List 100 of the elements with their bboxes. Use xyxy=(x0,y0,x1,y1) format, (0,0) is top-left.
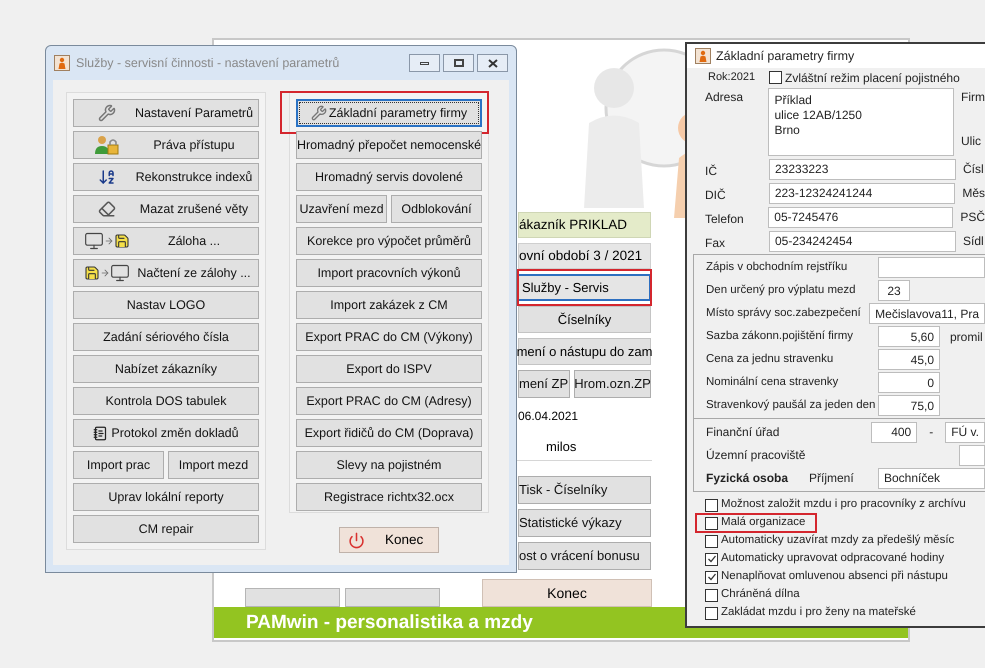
menu-button[interactable]: mení o nástupu do zam xyxy=(518,338,651,365)
checkbox[interactable] xyxy=(705,570,718,584)
maximize-button[interactable] xyxy=(443,54,474,72)
button[interactable]: Kontrola DOS tabulek xyxy=(73,387,259,415)
checkbox[interactable] xyxy=(769,71,782,84)
input-field[interactable]: 0 xyxy=(878,372,940,393)
input-field[interactable]: Mečislavova11, Pra xyxy=(869,303,985,324)
minimize-button[interactable] xyxy=(409,54,440,72)
button[interactable]: Korekce pro výpočet průměrů xyxy=(296,227,482,255)
field-label: Fyzická osoba xyxy=(706,470,790,487)
checkbox[interactable] xyxy=(705,534,718,548)
button[interactable]: Import prac xyxy=(73,451,164,479)
window-title: Služby - servisní činnosti - nastavení parametrů xyxy=(76,54,340,72)
button[interactable]: Import mezd xyxy=(168,451,259,479)
field-label: Cena za jednu stravenku xyxy=(706,352,834,367)
checkbox[interactable] xyxy=(705,588,718,602)
button[interactable]: Uzavření mezd xyxy=(296,195,387,223)
field-label: Územní pracoviště xyxy=(706,447,806,464)
checkbox[interactable] xyxy=(705,552,718,566)
button[interactable]: Nastav LOGO xyxy=(73,291,259,319)
checkbox[interactable] xyxy=(705,498,718,512)
field-label: IČ xyxy=(705,163,718,180)
notepad-icon xyxy=(93,426,108,440)
field-label: Místo správy soc.zabezpečení xyxy=(706,306,862,321)
eraser-icon xyxy=(98,200,116,218)
button[interactable]: Mazat zrušené věty xyxy=(73,195,259,223)
input-field[interactable]: 400 xyxy=(870,422,918,442)
button[interactable]: CM repair xyxy=(73,515,259,543)
field-label: Sídl xyxy=(962,233,984,250)
menu-button[interactable]: mení ZP xyxy=(518,370,570,398)
input-field[interactable]: 23233223 xyxy=(769,158,956,180)
address-line: ulice 12AB/1250 xyxy=(774,108,863,123)
menu-button[interactable]: Číselníky xyxy=(518,306,651,333)
menu-button[interactable]: Hrom.ozn.ZP xyxy=(574,370,651,398)
button[interactable]: Základní parametry firmy xyxy=(296,99,482,127)
restore-icon xyxy=(84,263,130,283)
address-line: Příklad xyxy=(774,93,813,108)
input-field[interactable]: 05-234242454 xyxy=(769,230,956,252)
user-name: milos xyxy=(546,440,576,454)
field-label: Adresa xyxy=(705,89,744,106)
checkbox[interactable] xyxy=(705,516,718,530)
input-field[interactable]: 05-7245476 xyxy=(768,206,954,228)
button[interactable]: Nastavení Parametrů xyxy=(73,99,259,127)
menu-button[interactable]: Služby - Servis xyxy=(518,274,651,301)
button[interactable]: Protokol změn dokladů xyxy=(73,419,259,447)
field-label: Stravenkový paušál za jeden den xyxy=(706,398,876,413)
input-field[interactable]: 23 xyxy=(878,280,910,301)
period-label: ovní období 3 / 2021 xyxy=(518,243,651,269)
menu-button[interactable]: Tisk - Číselníky xyxy=(518,476,651,504)
input-field[interactable] xyxy=(959,444,985,466)
button[interactable]: Načtení ze zálohy ... xyxy=(73,259,259,287)
input-field[interactable] xyxy=(878,257,985,278)
button[interactable]: Odblokování xyxy=(391,195,482,223)
checkbox-label: Zvláštní režim placení pojistného xyxy=(785,70,960,86)
field-label: Den určený pro výplatu mezd xyxy=(706,282,857,298)
exit-button[interactable]: Konec xyxy=(339,527,439,553)
address-line: Brno xyxy=(774,123,801,138)
button[interactable]: Zadání sériového čísla xyxy=(73,323,259,351)
button[interactable]: Import pracovních výkonů xyxy=(296,259,482,287)
field-label: PSČ xyxy=(959,209,985,226)
date-text: 06.04.2021 xyxy=(518,409,578,423)
button[interactable]: Rekonstrukce indexů xyxy=(73,163,259,191)
checkbox-label: Možnost založit mzdu i pro pracovníky z archívu xyxy=(721,497,966,512)
checkbox-label: Automaticky uzavírat mzdy za předešlý měsíc xyxy=(721,533,954,548)
button[interactable]: Export řidičů do CM (Doprava) xyxy=(296,419,482,447)
year-label: Rok:2021 xyxy=(708,70,756,86)
button[interactable]: Hromadný přepočet nemocenské xyxy=(296,131,482,159)
field-label: Příjmení xyxy=(809,470,855,487)
checkbox-label: Chráněná dílna xyxy=(721,587,800,602)
input-field[interactable]: 45,0 xyxy=(878,349,940,370)
input-field[interactable]: 5,60 xyxy=(878,326,940,347)
users-lock-icon xyxy=(94,135,120,155)
button[interactable]: Práva přístupu xyxy=(73,131,259,159)
button[interactable]: Slevy na pojistném xyxy=(296,451,482,479)
button[interactable]: Export PRAC do CM (Adresy) xyxy=(296,387,482,415)
field-label: DIČ xyxy=(705,187,727,204)
menu-button[interactable]: ost o vrácení bonusu xyxy=(518,542,651,570)
checkbox-label: Nenaplňovat omluvenou absenci při nástupu xyxy=(721,569,948,584)
field-label: Firm xyxy=(961,89,985,106)
button[interactable]: Uprav lokální reporty xyxy=(73,483,259,511)
button[interactable]: Záloha ... xyxy=(73,227,259,255)
button[interactable]: Export PRAC do CM (Výkony) xyxy=(296,323,482,351)
button[interactable]: Export do ISPV xyxy=(296,355,482,383)
wrench-icon xyxy=(98,104,116,122)
button[interactable]: Import zakázek z CM xyxy=(296,291,482,319)
field-label: Sazba zákonn.pojištění firmy xyxy=(706,328,854,344)
menu-button[interactable]: Statistické výkazy xyxy=(518,509,651,537)
input-field[interactable]: Bochníček xyxy=(878,468,985,488)
button[interactable]: Nabízet zákazníky xyxy=(73,355,259,383)
field-label: Fax xyxy=(705,235,726,252)
checkbox-label: Malá organizace xyxy=(721,515,806,530)
close-button[interactable] xyxy=(477,54,508,72)
exit-button[interactable]: Konec xyxy=(482,579,652,607)
checkbox[interactable] xyxy=(705,606,718,620)
input-field[interactable]: 75,0 xyxy=(878,395,940,416)
button[interactable]: Hromadný servis dovolené xyxy=(296,163,482,191)
input-field[interactable]: FÚ v. xyxy=(945,422,985,442)
input-field[interactable]: 223-12324241244 xyxy=(768,182,956,204)
address-field[interactable]: Příklad ulice 12AB/1250 Brno xyxy=(768,88,954,156)
button[interactable]: Registrace richtx32.ocx xyxy=(296,483,482,511)
